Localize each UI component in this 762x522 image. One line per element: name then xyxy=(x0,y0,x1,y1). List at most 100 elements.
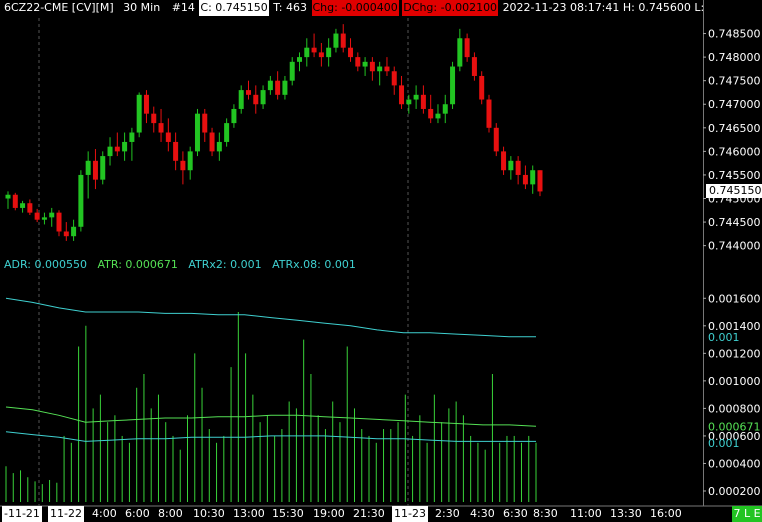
last-price-badge: 0.745150 xyxy=(706,184,762,199)
chart-header: 6CZ22-CME [CV][M] 30 Min #14 C: 0.745150… xyxy=(0,0,706,16)
candle-body xyxy=(282,80,288,95)
candle-body xyxy=(508,160,514,171)
candle-body xyxy=(311,47,317,53)
close-price: C: 0.745150 xyxy=(199,0,269,16)
candle-body xyxy=(486,99,492,128)
candle-body xyxy=(5,194,11,199)
atrx2-legend: ATRx2: 0.001 xyxy=(188,258,262,271)
candle-body xyxy=(180,160,186,171)
candle-body xyxy=(348,47,354,58)
candle-body xyxy=(479,75,485,100)
candle-body xyxy=(450,66,456,105)
candle-body xyxy=(420,94,426,109)
candle-body xyxy=(231,108,237,124)
indicator-tick-label: 0.000200 xyxy=(708,485,761,498)
candle-body xyxy=(194,113,200,152)
candle-body xyxy=(100,156,106,180)
adr-legend: ADR: 0.000550 xyxy=(4,258,87,271)
candle-body xyxy=(56,212,62,232)
candle-body xyxy=(245,90,251,95)
candle-body xyxy=(49,212,55,218)
candle-body xyxy=(391,71,397,86)
atr-legend: ATR: 0.000671 xyxy=(97,258,178,271)
candle-body xyxy=(515,160,521,175)
candle-body xyxy=(428,108,434,119)
candle-body xyxy=(493,127,499,152)
atr-axis-badge: 0.000671 xyxy=(708,420,761,433)
candle-body xyxy=(158,123,164,133)
candle-body xyxy=(442,104,448,114)
candle-body xyxy=(238,90,244,109)
candle-body xyxy=(406,99,412,105)
price-tick-label: 0.744000 xyxy=(708,240,761,253)
price-tick-label: 0.744500 xyxy=(708,216,761,229)
time-axis-label: 6:00 xyxy=(125,507,150,520)
status-badge[interactable]: 7 L E xyxy=(732,506,762,522)
indicator-tick-label: 0.000800 xyxy=(708,402,761,415)
bar-number: #14 xyxy=(171,1,195,14)
candle-body xyxy=(275,80,281,95)
candle-body xyxy=(340,33,346,48)
time-axis-label: 13:00 xyxy=(233,507,265,520)
candle-body xyxy=(216,141,222,152)
change-value: Chg: -0.000400 xyxy=(311,0,399,16)
candle-body xyxy=(114,146,120,152)
candle-body xyxy=(471,57,477,76)
time-axis-label: 13:30 xyxy=(610,507,642,520)
candle-body xyxy=(260,90,266,105)
candle-body xyxy=(537,170,543,192)
candle-body xyxy=(457,38,463,67)
tick-count: T: 463 xyxy=(273,1,307,14)
atrx08-legend: ATRx.08: 0.001 xyxy=(272,258,356,271)
price-tick-label: 0.746500 xyxy=(708,122,761,135)
candle-body xyxy=(143,94,149,114)
candle-body xyxy=(71,226,77,237)
candle-body xyxy=(522,174,528,185)
adr-axis-badge: 0.001 xyxy=(708,331,740,344)
candle-body xyxy=(122,141,128,152)
candle-body xyxy=(377,66,383,72)
time-axis-label: 11:00 xyxy=(570,507,602,520)
candle-body xyxy=(224,123,230,142)
indicator-tick-label: 0.001000 xyxy=(708,375,761,388)
price-tick-label: 0.745500 xyxy=(708,169,761,182)
candle-body xyxy=(399,85,405,105)
indicator-tick-label: 0.001200 xyxy=(708,347,761,360)
atrx08-axis-badge: 0.001 xyxy=(708,437,740,450)
bar-stats: 2022-11-23 08:17:41 H: 0.745600 L: 0.745… xyxy=(502,1,706,14)
time-axis-label: 10:30 xyxy=(193,507,225,520)
candle-body xyxy=(63,231,69,237)
price-tick-label: 0.748500 xyxy=(708,28,761,41)
candle-body xyxy=(297,57,303,62)
price-tick-label: 0.747500 xyxy=(708,75,761,88)
candle-body xyxy=(464,38,470,58)
candle-body xyxy=(202,113,208,133)
time-axis-label: 8:00 xyxy=(158,507,183,520)
candle-body xyxy=(165,132,171,142)
candle-body xyxy=(209,132,215,152)
candle-body xyxy=(318,52,324,58)
price-tick-label: 0.748000 xyxy=(708,51,761,64)
indicator-legend: ADR: 0.000550 ATR: 0.000671 ATRx2: 0.001… xyxy=(4,258,363,271)
candle-body xyxy=(289,61,295,81)
symbol-label: 6CZ22-CME [CV][M] xyxy=(4,1,114,14)
candle-body xyxy=(20,203,26,208)
candle-body xyxy=(12,194,18,208)
candle-body xyxy=(530,170,536,185)
candle-body xyxy=(369,61,375,72)
candle-body xyxy=(85,160,91,175)
candle-body xyxy=(129,132,135,142)
candle-body xyxy=(92,160,98,180)
time-axis-label: 11-22 xyxy=(48,506,84,522)
time-axis-label: 21:30 xyxy=(353,507,385,520)
candle-body xyxy=(355,57,361,67)
candle-body xyxy=(136,94,142,133)
candle-body xyxy=(326,47,332,58)
candle-body xyxy=(413,94,419,100)
candle-body xyxy=(501,151,507,171)
time-axis-label: 19:00 xyxy=(313,507,345,520)
candle-body xyxy=(384,66,390,72)
candle-body xyxy=(267,80,273,91)
indicator-tick-label: 0.001600 xyxy=(708,292,761,305)
candle-body xyxy=(27,203,33,213)
